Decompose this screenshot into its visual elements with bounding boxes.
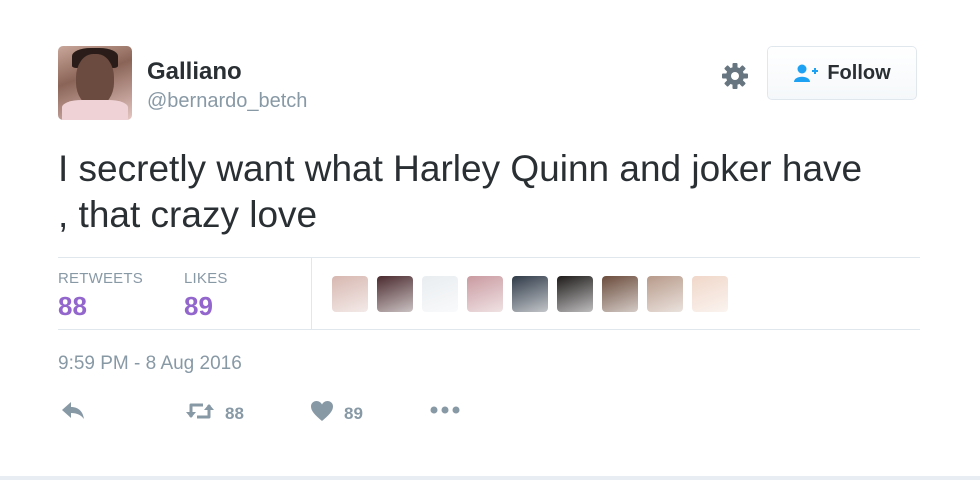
liker-avatar-5[interactable] — [512, 276, 548, 312]
more-options-icon — [430, 400, 460, 420]
add-user-icon — [793, 63, 819, 83]
tweet-text: I secretly want what Harley Quinn and jo… — [58, 146, 938, 238]
retweets-count[interactable]: 88 — [58, 291, 87, 322]
liker-avatar-2[interactable] — [377, 276, 413, 312]
likes-label[interactable]: LIKES — [184, 270, 228, 287]
like-button[interactable]: 89 — [310, 400, 363, 427]
liker-avatar-8[interactable] — [647, 276, 683, 312]
liker-avatar-3[interactable] — [422, 276, 458, 312]
liker-avatar-7[interactable] — [602, 276, 638, 312]
follow-button[interactable]: Follow — [767, 46, 917, 100]
settings-gear-icon[interactable] — [719, 60, 751, 92]
liker-avatar-1[interactable] — [332, 276, 368, 312]
divider-top — [58, 257, 920, 258]
retweet-icon — [185, 400, 215, 427]
retweets-label[interactable]: RETWEETS — [58, 270, 143, 287]
user-name[interactable]: Galliano — [147, 58, 242, 86]
tweet-text-line-1: I secretly want what Harley Quinn and jo… — [58, 148, 863, 189]
divider-bottom — [58, 329, 920, 330]
like-action-count: 89 — [344, 403, 363, 423]
liker-avatar-6[interactable] — [557, 276, 593, 312]
liker-avatar-4[interactable] — [467, 276, 503, 312]
user-handle[interactable]: @bernardo_betch — [147, 90, 307, 113]
heart-icon — [310, 400, 334, 427]
follow-button-label: Follow — [827, 61, 891, 84]
tweet-card: Galliano @bernardo_betch Follow I secret… — [0, 0, 980, 480]
tweet-text-line-2: , that crazy love — [58, 194, 318, 235]
reply-icon — [60, 400, 86, 425]
more-button[interactable] — [430, 400, 460, 420]
retweet-button[interactable]: 88 — [185, 400, 244, 427]
stats-separator — [311, 258, 312, 330]
reply-button[interactable] — [60, 400, 86, 425]
tweet-timestamp[interactable]: 9:59 PM - 8 Aug 2016 — [58, 353, 242, 375]
retweet-action-count: 88 — [225, 403, 244, 423]
liker-avatar-9[interactable] — [692, 276, 728, 312]
card-bottom-border — [0, 476, 980, 480]
likes-count[interactable]: 89 — [184, 291, 213, 322]
user-avatar[interactable] — [58, 46, 132, 120]
